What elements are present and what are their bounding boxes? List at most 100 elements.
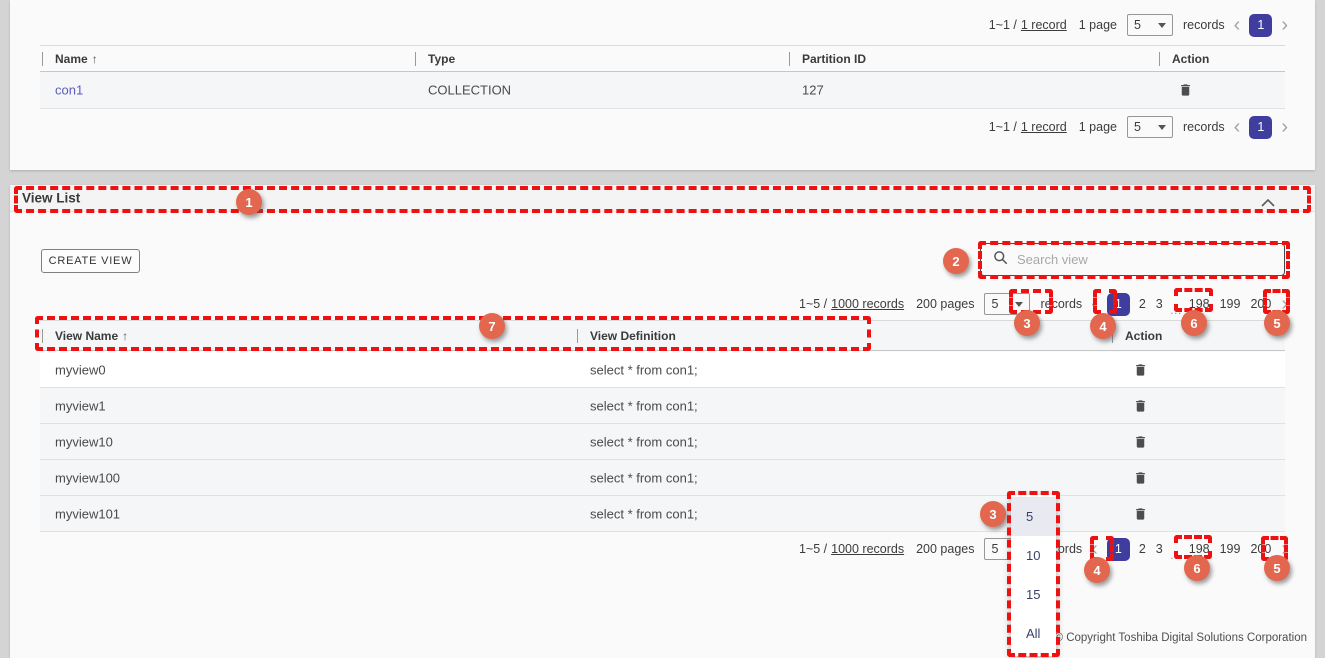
next-page-button[interactable]: › (1276, 116, 1293, 138)
records-label: records (1183, 120, 1225, 134)
create-view-button[interactable]: CREATE VIEW (41, 249, 140, 273)
page-size-value: 5 (1134, 120, 1141, 134)
column-divider (42, 52, 43, 66)
view-name: myview1 (55, 398, 106, 413)
container-name-link[interactable]: con1 (55, 83, 83, 98)
page-button-2[interactable]: 2 (1134, 542, 1151, 556)
page-button-1-active[interactable]: 1 (1107, 293, 1130, 316)
records-count-link[interactable]: 1 record (1021, 18, 1067, 32)
caret-down-icon (1158, 23, 1166, 28)
page-button-1-active[interactable]: 1 (1107, 538, 1130, 561)
delete-icon[interactable] (1133, 361, 1148, 378)
page-ellipsis: … (1168, 548, 1184, 562)
column-divider (1112, 329, 1113, 343)
view-row-myview101: myview101 select * from con1; (40, 496, 1285, 532)
page-button-2[interactable]: 2 (1134, 297, 1151, 311)
caret-down-icon (1158, 125, 1166, 130)
sort-up-icon: ↑ (92, 52, 98, 66)
page-size-select[interactable]: 5 (1127, 14, 1173, 36)
column-header-name[interactable]: Name↑ (55, 52, 98, 66)
page-button-199[interactable]: 199 (1215, 542, 1246, 556)
next-page-button[interactable]: › (1276, 14, 1293, 36)
prev-page-button[interactable]: ‹ (1229, 14, 1246, 36)
record-range: 1~1 / (989, 18, 1017, 32)
records-count-link[interactable]: 1 record (1021, 120, 1067, 134)
page-size-select[interactable]: 5 (984, 293, 1030, 315)
view-definition: select * from con1; (590, 434, 698, 449)
records-count-link[interactable]: 1000 records (831, 297, 904, 311)
view-name: myview100 (55, 470, 120, 485)
page-button-3[interactable]: 3 (1151, 297, 1168, 311)
record-range: 1~5 / (799, 542, 827, 556)
column-header-view-definition[interactable]: View Definition (590, 329, 676, 343)
page-size-option-all[interactable]: All (1011, 614, 1056, 653)
view-name: myview0 (55, 362, 106, 377)
column-divider (789, 52, 790, 66)
copyright-text: © Copyright Toshiba Digital Solutions Co… (1055, 632, 1307, 644)
view-row-myview0: myview0 select * from con1; (40, 352, 1285, 388)
search-view-input[interactable] (1017, 252, 1272, 267)
page-size-option-15[interactable]: 15 (1011, 575, 1056, 614)
page-button-3[interactable]: 3 (1151, 542, 1168, 556)
view-definition: select * from con1; (590, 398, 698, 413)
view-definition: select * from con1; (590, 362, 698, 377)
chevron-up-icon[interactable] (1261, 194, 1275, 212)
page-button-active[interactable]: 1 (1249, 14, 1272, 37)
view-row-myview100: myview100 select * from con1; (40, 460, 1285, 496)
page-button-200[interactable]: 200 (1245, 297, 1276, 311)
page-button-198[interactable]: 198 (1184, 297, 1215, 311)
delete-icon[interactable] (1133, 433, 1148, 450)
delete-icon[interactable] (1133, 397, 1148, 414)
page-size-select[interactable]: 5 (1127, 116, 1173, 138)
view-name: myview101 (55, 506, 120, 521)
container-type: COLLECTION (428, 83, 511, 98)
container-partition: 127 (802, 83, 824, 98)
column-header-action: Action (1172, 52, 1209, 66)
column-divider (415, 52, 416, 66)
view-pagination-top: 1~5 / 1000 records 200 pages 5 records ‹… (795, 291, 1293, 317)
view-row-myview10: myview10 select * from con1; (40, 424, 1285, 460)
search-view-box (980, 243, 1285, 276)
records-count-link[interactable]: 1000 records (831, 542, 904, 556)
prev-page-button[interactable]: ‹ (1229, 116, 1246, 138)
page-size-option-5[interactable]: 5 (1011, 497, 1056, 536)
column-header-view-name[interactable]: View Name↑ (55, 329, 128, 343)
column-header-partition[interactable]: Partition ID (802, 52, 866, 66)
page-ellipsis: … (1168, 303, 1184, 317)
delete-icon[interactable] (1133, 505, 1148, 522)
container-table-card: 1~1 / 1 record 1 page 5 records ‹ 1 › Na… (10, 0, 1315, 170)
page-size-menu: 5 10 15 All (1011, 495, 1056, 656)
section-title: View List (22, 191, 80, 206)
page-size-value: 5 (1134, 18, 1141, 32)
column-header-type[interactable]: Type (428, 52, 455, 66)
record-range: 1~5 / (799, 297, 827, 311)
page-button-active[interactable]: 1 (1249, 116, 1272, 139)
sort-up-icon: ↑ (122, 329, 128, 343)
container-pagination-bottom: 1~1 / 1 record 1 page 5 records ‹ 1 › (985, 114, 1293, 140)
view-list-header-bar[interactable]: View List (10, 185, 1315, 212)
next-page-button[interactable]: › (1276, 293, 1293, 315)
table-row-con1: con1 COLLECTION 127 (40, 72, 1285, 109)
page-size-value: 5 (991, 542, 998, 556)
view-table-header: View Name↑ View Definition Action (40, 320, 1285, 351)
delete-icon[interactable] (1178, 82, 1193, 99)
view-definition: select * from con1; (590, 470, 698, 485)
page-button-200[interactable]: 200 (1245, 542, 1276, 556)
page-button-198[interactable]: 198 (1184, 542, 1215, 556)
page-count-label: 200 pages (916, 297, 974, 311)
delete-icon[interactable] (1133, 469, 1148, 486)
page-size-value: 5 (991, 297, 998, 311)
record-range: 1~1 / (989, 120, 1017, 134)
view-list-card: View List CREATE VIEW 1~5 / 1000 records… (10, 185, 1315, 658)
next-page-button[interactable]: › (1276, 538, 1293, 560)
column-header-action: Action (1125, 329, 1162, 343)
view-definition: select * from con1; (590, 506, 698, 521)
column-divider (577, 329, 578, 343)
page-button-199[interactable]: 199 (1215, 297, 1246, 311)
view-name: myview10 (55, 434, 113, 449)
page-size-option-10[interactable]: 10 (1011, 536, 1056, 575)
prev-page-button[interactable]: ‹ (1086, 293, 1103, 315)
prev-page-button[interactable]: ‹ (1086, 538, 1103, 560)
column-divider (1159, 52, 1160, 66)
page-count-label: 200 pages (916, 542, 974, 556)
